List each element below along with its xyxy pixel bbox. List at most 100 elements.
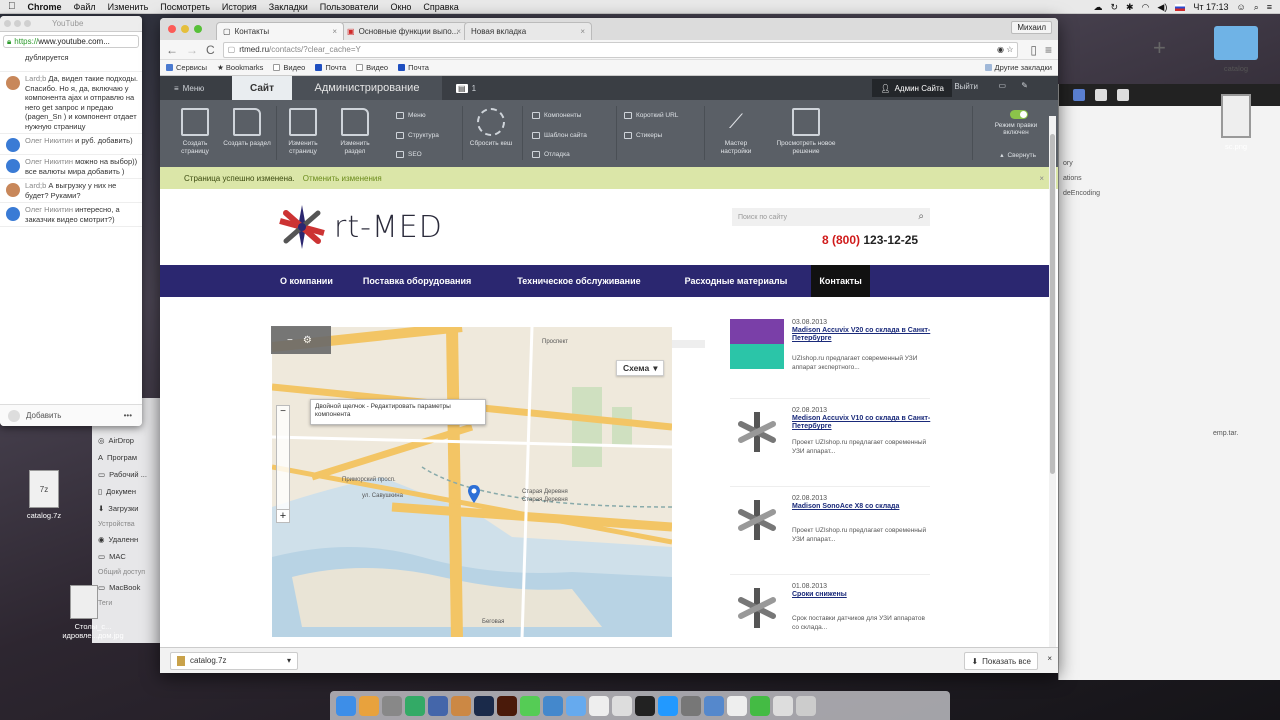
extension-icon[interactable]: ◉ ☆ — [997, 45, 1013, 54]
sidebar-item-applications[interactable]: A Програм — [92, 449, 161, 466]
url-field[interactable]: 🔒︎ https://www.youtube.com... — [3, 35, 139, 48]
list-icon[interactable]: ≡ — [1267, 2, 1272, 12]
forward-icon[interactable]: → — [186, 43, 198, 57]
create-section-button[interactable]: Создать раздел — [222, 108, 272, 148]
news-item[interactable]: 02.08.2013 Madison SonoAce X8 со склада Пр… — [730, 495, 930, 575]
close-icon[interactable]: × — [1039, 174, 1044, 183]
nav-about[interactable]: О компании — [272, 265, 341, 297]
tab-functions[interactable]: ▣ Основные функции выпо... × — [340, 22, 468, 40]
bluetooth-icon[interactable]: ✱ — [1126, 2, 1134, 13]
sidebar-item-mac[interactable]: ▭ MAC — [92, 548, 161, 565]
menu-view[interactable]: Посмотреть — [160, 2, 210, 12]
download-item[interactable]: catalog.7z ▾ — [170, 651, 298, 670]
notes-icon[interactable] — [359, 695, 379, 716]
upload-icon[interactable] — [1117, 89, 1129, 101]
logout-button[interactable]: Выйти — [954, 82, 978, 91]
chat-add-input[interactable]: Добавить — [26, 411, 118, 420]
trash-icon[interactable] — [796, 695, 816, 716]
other-bookmarks[interactable]: Другие закладки — [984, 63, 1052, 72]
flag-icon[interactable] — [1175, 3, 1186, 11]
sidebar-item-airdrop[interactable]: ◎ AirDrop — [92, 432, 161, 449]
map[interactable]: Приморский просп. ул. Савушкина Старая Д… — [272, 327, 672, 637]
search-icon[interactable]: ⌕ — [918, 211, 924, 222]
toolbar-button-icon[interactable] — [1073, 89, 1085, 101]
profile-button[interactable]: Михаил — [1011, 21, 1052, 34]
bookmark-mail[interactable]: Почта — [315, 63, 346, 72]
structure-tool[interactable]: Структура — [396, 132, 439, 139]
close-icon[interactable]: × — [332, 27, 337, 36]
launchpad-icon[interactable] — [382, 695, 402, 716]
tab-site[interactable]: Сайт — [232, 76, 292, 100]
notifications-button[interactable]: ▤ 1 — [456, 76, 476, 100]
seo-tool[interactable]: SEO — [396, 151, 422, 158]
news-title-link[interactable]: Madison SonoAce X8 со склада — [792, 503, 932, 511]
news-title-link[interactable]: Сроки снижены — [792, 591, 932, 599]
close-button[interactable] — [168, 25, 176, 33]
desktop-icon-screenshot[interactable]: sc.png — [1206, 94, 1266, 151]
more-icon[interactable]: ••• — [124, 411, 132, 420]
chevron-down-icon[interactable]: ▾ — [287, 656, 291, 665]
components-tool[interactable]: Компоненты — [532, 112, 581, 119]
add-icon[interactable]: + — [1153, 37, 1173, 59]
desktop-icon-catalog[interactable]: catalog — [1206, 26, 1266, 73]
list-item[interactable]: ations — [1063, 171, 1280, 186]
bookmark-mail-2[interactable]: Почта — [398, 63, 429, 72]
stickers-tool[interactable]: Стикеры — [624, 132, 662, 139]
nav-contacts[interactable]: Контакты — [811, 265, 870, 297]
close-icon[interactable]: × — [1047, 654, 1052, 663]
apple-icon[interactable]:  — [8, 1, 16, 12]
menu-history[interactable]: История — [222, 2, 257, 12]
back-icon[interactable]: ← — [166, 43, 178, 57]
menu-app-name[interactable]: Chrome — [28, 2, 62, 12]
news-thumbnail[interactable] — [730, 495, 784, 545]
bookmark-apps[interactable]: Сервисы — [166, 63, 207, 72]
menu-icon[interactable]: ≡ — [1045, 43, 1052, 57]
create-page-button[interactable]: Создать страницу — [170, 108, 220, 155]
zoom-button[interactable] — [24, 20, 31, 27]
pin-icon[interactable]: ✎ — [1021, 81, 1028, 90]
menu-bookmarks[interactable]: Закладки — [269, 2, 308, 12]
menu-edit[interactable]: Изменить — [108, 2, 149, 12]
map-type-select[interactable]: Схема ▾ — [616, 360, 665, 376]
undo-link[interactable]: Отменить изменения — [303, 174, 382, 183]
news-item[interactable]: 03.08.2013 Madison Accuvix V20 со склада … — [730, 319, 930, 399]
photos-icon[interactable] — [451, 695, 471, 716]
finder-icon[interactable] — [336, 695, 356, 716]
show-all-downloads-button[interactable]: ⬇ Показать все — [964, 652, 1038, 670]
menu-tool[interactable]: Меню — [396, 112, 426, 119]
user-icon[interactable]: ☺ — [1236, 2, 1245, 12]
gear-icon[interactable]: ⚙ — [303, 335, 312, 346]
menu-help[interactable]: Справка — [423, 2, 458, 12]
spotlight-icon[interactable]: ⌕ — [1254, 2, 1259, 13]
clock[interactable]: Чт 17:13 — [1193, 2, 1228, 12]
news-item[interactable]: 01.08.2013 Сроки снижены Срок поставки дат… — [730, 583, 930, 637]
list-item[interactable]: deEncoding — [1063, 186, 1280, 201]
menu-button[interactable]: ≡ Меню — [160, 76, 232, 100]
map-marker-icon[interactable] — [468, 485, 480, 503]
sidebar-item-desktop[interactable]: ▭ Рабочий ... — [92, 466, 161, 483]
page-scrollbar[interactable] — [1049, 116, 1056, 672]
file-icon[interactable] — [589, 695, 609, 716]
calendar-icon[interactable] — [727, 695, 747, 716]
zoom-in-icon[interactable]: + — [276, 509, 290, 523]
scrollbar-thumb[interactable] — [1050, 134, 1055, 474]
debug-tool[interactable]: Отладка — [532, 151, 570, 158]
menu-file[interactable]: Файл — [74, 2, 96, 12]
search-input[interactable]: Поиск по сайту ⌕ — [732, 208, 930, 226]
tab-administration[interactable]: Администрирование — [292, 76, 442, 100]
minus-icon[interactable]: − — [287, 335, 293, 346]
nav-service[interactable]: Техническое обслуживание — [509, 265, 648, 297]
close-button[interactable] — [4, 20, 11, 27]
news-thumbnail[interactable] — [730, 583, 784, 633]
edit-mode-toggle[interactable] — [1010, 110, 1028, 119]
zoom-button[interactable] — [194, 25, 202, 33]
minimize-button[interactable] — [181, 25, 189, 33]
menu-users[interactable]: Пользователи — [320, 2, 379, 12]
bookmark-video-2[interactable]: Видео — [356, 63, 388, 72]
settings-icon[interactable] — [681, 695, 701, 716]
short-url-tool[interactable]: Короткий URL — [624, 112, 678, 119]
nav-equipment[interactable]: Поставка оборудования — [355, 265, 479, 297]
sync-icon[interactable]: ↻ — [1110, 2, 1118, 13]
reset-cache-button[interactable]: Сбросить кеш — [466, 108, 516, 148]
site-logo[interactable]: rt-MED — [278, 203, 443, 251]
